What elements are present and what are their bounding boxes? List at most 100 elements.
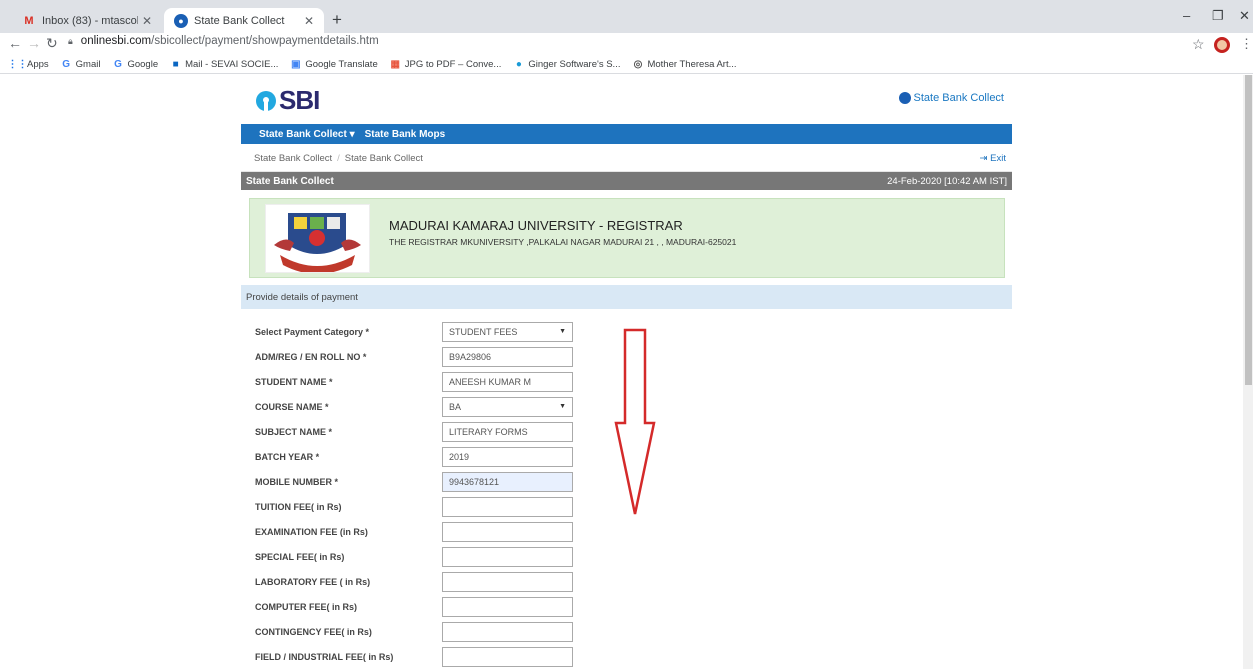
- bookmark-label: Gmail: [75, 59, 101, 70]
- bookmark-apps[interactable]: ⋮⋮ Apps: [8, 59, 49, 70]
- main-nav: State Bank Collect ▾ State Bank Mops: [241, 124, 1012, 144]
- sbi-logo[interactable]: SBI: [256, 85, 320, 116]
- close-tab-icon[interactable]: ✕: [304, 14, 314, 28]
- sbi-icon: ●: [174, 13, 188, 28]
- field-label: ADM/REG / EN ROLL NO *: [255, 352, 367, 362]
- bookmark-label: Google: [127, 59, 159, 70]
- examination-fee-input[interactable]: [442, 522, 573, 542]
- select-value: BA: [449, 402, 462, 412]
- field-label: EXAMINATION FEE (in Rs): [255, 527, 368, 537]
- breadcrumb-item: State Bank Collect: [344, 152, 423, 164]
- collect-logo-text: State Bank Collect: [913, 92, 1005, 104]
- restore-icon[interactable]: ❐: [1212, 8, 1224, 24]
- scrollbar-thumb[interactable]: [1245, 75, 1252, 385]
- profile-avatar[interactable]: [1214, 37, 1230, 53]
- ginger-icon: ●: [515, 59, 522, 70]
- bookmark-mail[interactable]: ■ Mail - SEVAI SOCIE...: [170, 59, 279, 70]
- merchant-address: THE REGISTRAR MKUNIVERSITY ,PALKALAI NAG…: [389, 237, 737, 247]
- tab-strip: M Inbox (83) - mtascollege@gmail. ✕ ● St…: [0, 0, 1253, 33]
- state-bank-collect-logo: State Bank Collect: [898, 92, 1005, 104]
- exit-icon: ⇥: [979, 153, 991, 164]
- merchant-panel: MADURAI KAMARAJ UNIVERSITY - REGISTRAR T…: [249, 198, 1005, 278]
- bookmark-label: JPG to PDF – Conve...: [404, 59, 502, 70]
- back-icon[interactable]: ←: [8, 35, 22, 51]
- merchant-name: MADURAI KAMARAJ UNIVERSITY - REGISTRAR: [389, 218, 683, 233]
- datetime-display: 24-Feb-2020 [10:42 AM IST]: [887, 175, 1007, 187]
- provide-details-heading: Provide details of payment: [241, 285, 1012, 309]
- gmail-icon: M: [24, 14, 34, 27]
- computer-fee-input[interactable]: [442, 597, 573, 617]
- bookmark-translate[interactable]: ▣ Google Translate: [290, 59, 378, 70]
- google-icon: G: [62, 59, 71, 70]
- form-row-course-name: COURSE NAME * BA ▼: [255, 397, 573, 417]
- address-bar[interactable]: 🔒︎ onlinesbi.com/sbicollect/payment/show…: [68, 35, 379, 47]
- form-row-mobile-number: MOBILE NUMBER * 9943678121: [255, 472, 573, 492]
- bookmark-google[interactable]: G Google: [112, 59, 158, 70]
- field-label: CONTINGENCY FEE( in Rs): [255, 627, 372, 637]
- site-header: SBI State Bank Collect: [241, 80, 1012, 122]
- close-window-icon[interactable]: ✕: [1239, 8, 1250, 24]
- translate-icon: ▣: [291, 59, 301, 70]
- laboratory-fee-input[interactable]: [442, 572, 573, 592]
- form-row-contingency-fee: CONTINGENCY FEE( in Rs): [255, 622, 573, 642]
- bookmark-ginger[interactable]: ● Ginger Software's S...: [513, 59, 621, 70]
- subject-name-input[interactable]: LITERARY FORMS: [442, 422, 573, 442]
- select-value: STUDENT FEES: [449, 327, 518, 337]
- logo-text: SBI: [279, 85, 320, 115]
- tab-title: State Bank Collect: [194, 14, 285, 27]
- breadcrumb: State Bank Collect / State Bank Collect …: [241, 145, 1012, 172]
- form-row-laboratory-fee: LABORATORY FEE ( in Rs): [255, 572, 573, 592]
- reload-icon[interactable]: ↻: [46, 35, 58, 52]
- bookmark-jpg-pdf[interactable]: ▦ JPG to PDF – Conve...: [390, 59, 502, 70]
- bookmarks-bar: ⋮⋮ Apps G Gmail G Google ■ Mail - SEVAI SOCI…: [0, 56, 1253, 74]
- student-name-input[interactable]: ANEESH KUMAR M: [442, 372, 573, 392]
- field-label: SPECIAL FEE( in Rs): [255, 552, 345, 562]
- field-industrial-fee-input[interactable]: [442, 647, 573, 667]
- field-label: BATCH YEAR *: [255, 452, 320, 462]
- tab-gmail[interactable]: M Inbox (83) - mtascollege@gmail. ✕: [12, 8, 162, 33]
- bookmark-mother-theresa[interactable]: ◎ Mother Theresa Art...: [632, 59, 737, 70]
- new-tab-icon[interactable]: +: [332, 10, 342, 30]
- bookmark-label: Google Translate: [305, 59, 378, 70]
- globe-icon: ◎: [633, 59, 643, 70]
- form-row-field-industrial-fee: FIELD / INDUSTRIAL FEE( in Rs): [255, 647, 573, 667]
- breadcrumb-item[interactable]: State Bank Collect: [254, 153, 332, 164]
- form-row-batch-year: BATCH YEAR * 2019: [255, 447, 573, 467]
- forward-icon[interactable]: →: [27, 35, 41, 51]
- url-host: onlinesbi.com: [80, 35, 152, 47]
- field-label: MOBILE NUMBER *: [255, 477, 338, 487]
- tab-state-bank-collect[interactable]: ● State Bank Collect ✕: [164, 8, 324, 33]
- batch-year-input[interactable]: 2019: [442, 447, 573, 467]
- sbi-keyhole-icon: [256, 90, 276, 111]
- sbi-icon: [898, 92, 911, 104]
- field-label: STUDENT NAME *: [255, 377, 333, 387]
- contingency-fee-input[interactable]: [442, 622, 573, 642]
- field-label: SUBJECT NAME *: [255, 427, 333, 437]
- roll-no-input[interactable]: B9A29806: [442, 347, 573, 367]
- bookmark-star-icon[interactable]: ☆: [1192, 36, 1205, 53]
- field-label: Select Payment Category *: [255, 327, 370, 337]
- form-row-subject-name: SUBJECT NAME * LITERARY FORMS: [255, 422, 573, 442]
- nav-state-bank-mops[interactable]: State Bank Mops: [365, 129, 446, 140]
- field-label: FIELD / INDUSTRIAL FEE( in Rs): [255, 652, 394, 662]
- payment-category-select[interactable]: STUDENT FEES ▼: [442, 322, 573, 342]
- form-row-roll-no: ADM/REG / EN ROLL NO * B9A29806: [255, 347, 573, 367]
- special-fee-input[interactable]: [442, 547, 573, 567]
- bookmark-label: Mail - SEVAI SOCIE...: [185, 59, 279, 70]
- lock-icon: 🔒︎: [68, 35, 73, 46]
- tab-title: Inbox (83) - mtascollege@gmail.: [42, 14, 138, 27]
- course-name-select[interactable]: BA ▼: [442, 397, 573, 417]
- form-row-examination-fee: EXAMINATION FEE (in Rs): [255, 522, 573, 542]
- field-label: COURSE NAME *: [255, 402, 329, 412]
- field-label: TUITION FEE( in Rs): [255, 502, 342, 512]
- mobile-number-input[interactable]: 9943678121: [442, 472, 573, 492]
- mail-icon: ■: [172, 59, 179, 70]
- field-label: COMPUTER FEE( in Rs): [255, 602, 358, 612]
- exit-button[interactable]: ⇥ Exit: [980, 153, 1006, 164]
- nav-state-bank-collect[interactable]: State Bank Collect ▾: [259, 129, 355, 140]
- menu-icon[interactable]: ⋮: [1240, 36, 1253, 52]
- close-tab-icon[interactable]: ✕: [142, 14, 152, 28]
- minimize-icon[interactable]: –: [1183, 8, 1190, 23]
- tuition-fee-input[interactable]: [442, 497, 573, 517]
- bookmark-gmail[interactable]: G Gmail: [61, 59, 101, 70]
